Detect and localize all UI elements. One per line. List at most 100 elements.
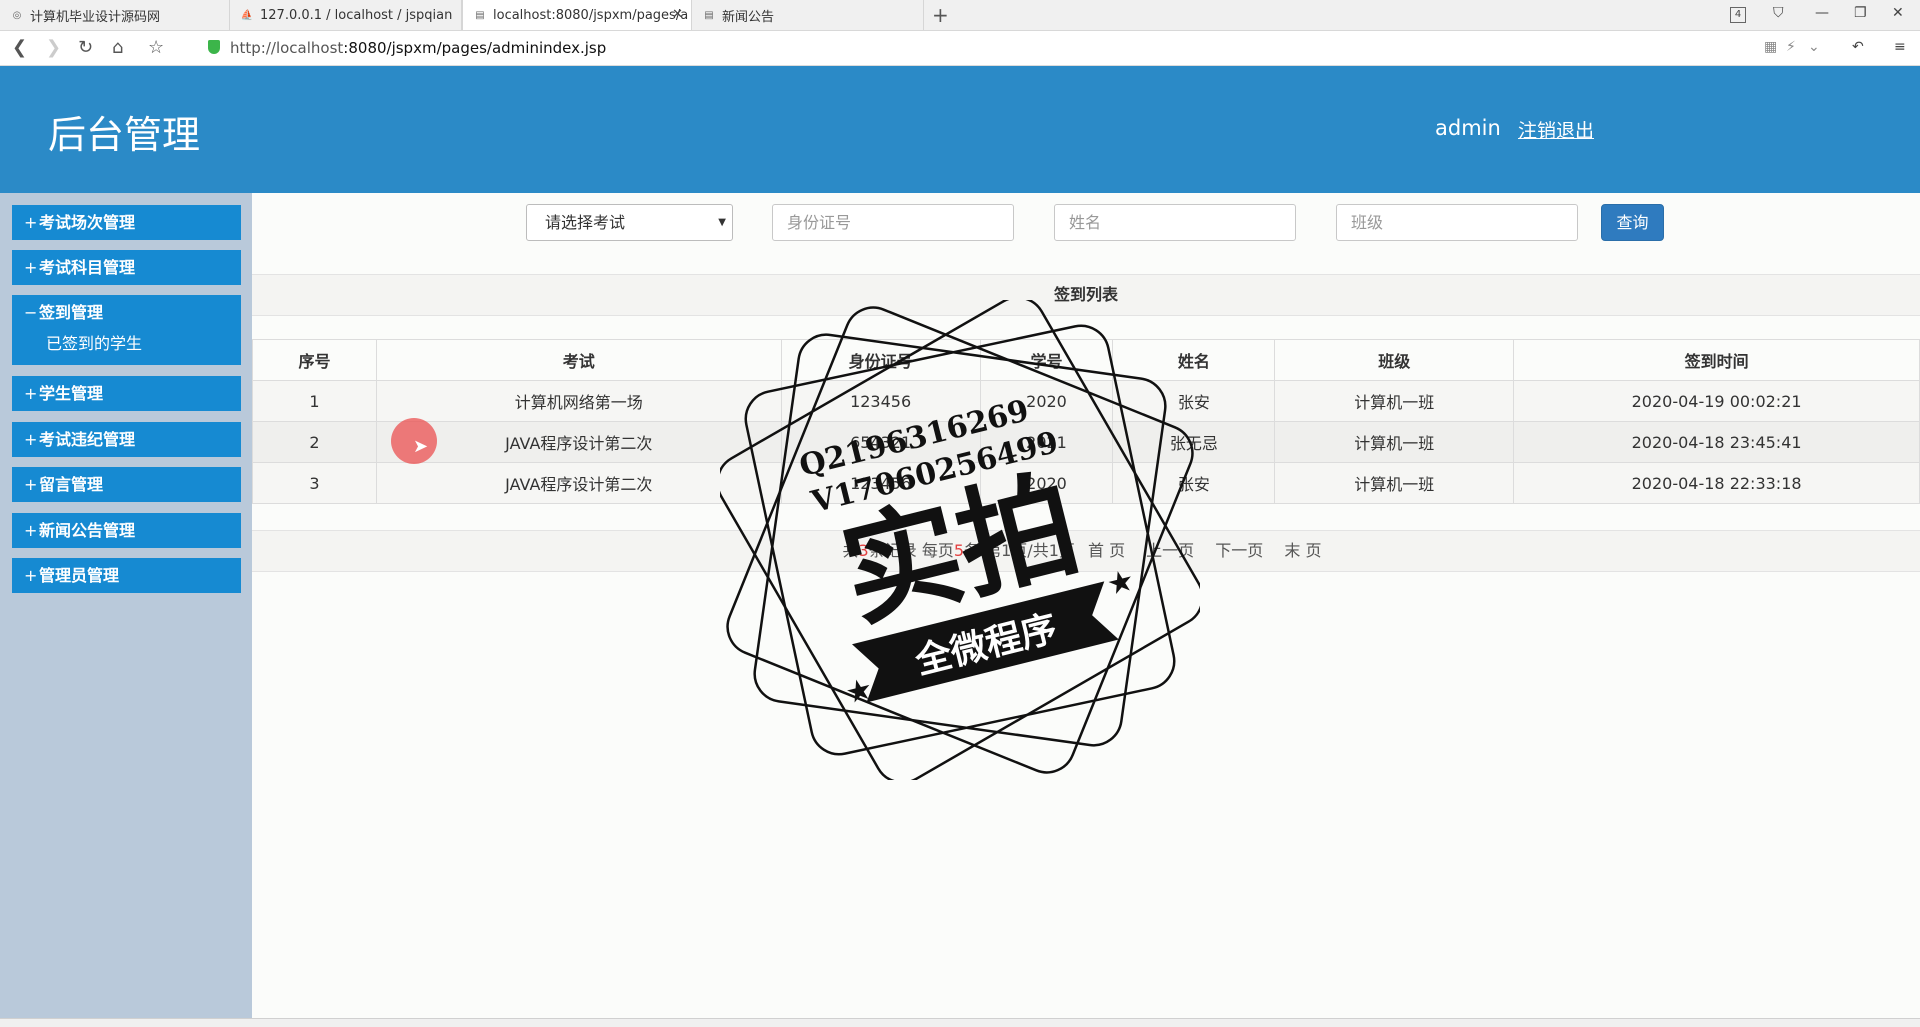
panel-title: 签到列表 bbox=[252, 274, 1920, 316]
table-header-row: 序号 考试 身份证号 学号 姓名 班级 签到时间 bbox=[252, 339, 1920, 381]
sidebar-item-label: 考试场次管理 bbox=[39, 213, 136, 232]
tab-title: 127.0.0.1 / localhost / jspqian bbox=[260, 7, 453, 23]
pager-total-prefix: 共 bbox=[842, 541, 859, 560]
pagination: 共3条记录 每页5条 第1页/共1页 首 页 上一页 下一页 末 页 bbox=[252, 530, 1920, 572]
reload-icon[interactable]: ↻ bbox=[78, 37, 93, 58]
close-tab-icon[interactable]: ✕ bbox=[672, 7, 683, 22]
home-icon[interactable]: ⌂ bbox=[112, 37, 123, 58]
sidebar-item-signin[interactable]: −签到管理 bbox=[12, 295, 241, 331]
lightning-icon[interactable]: ⚡ bbox=[1786, 39, 1796, 55]
column-header: 班级 bbox=[1274, 339, 1515, 381]
secure-shield-icon bbox=[208, 40, 220, 54]
expand-icon: + bbox=[24, 566, 38, 585]
class-input[interactable] bbox=[1336, 204, 1578, 241]
browser-tab-1[interactable]: ◎ 计算机毕业设计源码网 bbox=[0, 0, 230, 30]
app-header: 后台管理 admin 注销退出 bbox=[0, 66, 1920, 193]
table-cell: 2020-04-19 00:02:21 bbox=[1513, 380, 1920, 422]
signin-table: 序号 考试 身份证号 学号 姓名 班级 签到时间 1 计算机网络第一场 1234… bbox=[252, 339, 1920, 504]
forward-icon[interactable]: ❯ bbox=[46, 37, 61, 58]
table-cell: JAVA程序设计第二次 bbox=[375, 421, 782, 463]
browser-tab-2[interactable]: ⛵ 127.0.0.1 / localhost / jspqian bbox=[230, 0, 462, 30]
table-cell: 2020-04-18 23:45:41 bbox=[1513, 421, 1920, 463]
table-cell: 计算机网络第一场 bbox=[375, 380, 782, 422]
expand-icon: + bbox=[24, 475, 38, 494]
sidebar-item-exam-subject[interactable]: +考试科目管理 bbox=[12, 250, 241, 285]
table-cell: 计算机一班 bbox=[1274, 421, 1515, 463]
table-cell: 1 bbox=[252, 380, 377, 422]
expand-icon: + bbox=[24, 258, 38, 277]
table-cell: 张安 bbox=[1112, 380, 1276, 422]
globe-icon: ◎ bbox=[12, 9, 22, 21]
exam-select[interactable]: 请选择考试 ▼ bbox=[526, 204, 733, 241]
last-page-link[interactable]: 末 页 bbox=[1284, 541, 1321, 560]
undo-icon[interactable]: ↶ bbox=[1852, 39, 1864, 55]
main-content: 请选择考试 ▼ 查询 签到列表 序号 考试 身份证号 学号 姓名 班级 签到时间… bbox=[252, 193, 1920, 1018]
caret-down-icon: ▼ bbox=[718, 217, 726, 228]
sidebar-item-exam-session[interactable]: +考试场次管理 bbox=[12, 205, 241, 240]
phpmyadmin-icon: ⛵ bbox=[240, 9, 254, 21]
url-path: :8080/jspxm/pages/adminindex.jsp bbox=[343, 39, 607, 57]
column-header: 签到时间 bbox=[1513, 339, 1920, 381]
browser-tab-3[interactable]: ▤ localhost:8080/jspxm/pages/a ✕ bbox=[462, 0, 692, 30]
table-cell: 654321 bbox=[780, 421, 981, 463]
star-icon[interactable]: ☆ bbox=[148, 37, 164, 58]
table-row: 3 JAVA程序设计第二次 123456 2020 张安 计算机一班 2020-… bbox=[252, 462, 1920, 504]
page-icon: ▤ bbox=[704, 9, 714, 21]
table-cell: 计算机一班 bbox=[1274, 380, 1515, 422]
query-button[interactable]: 查询 bbox=[1601, 204, 1664, 241]
minimize-icon[interactable]: — bbox=[1815, 5, 1829, 21]
shirt-skin-icon[interactable]: ⛉ bbox=[1773, 5, 1784, 21]
tab-title: 计算机毕业设计源码网 bbox=[30, 9, 161, 25]
pager-per-prefix: 每页 bbox=[921, 541, 954, 560]
sidebar-item-students[interactable]: +学生管理 bbox=[12, 376, 241, 411]
url-host: http://localhost bbox=[230, 39, 344, 57]
logout-link[interactable]: 注销退出 bbox=[1518, 116, 1594, 143]
sidebar-subitem-signed-students[interactable]: 已签到的学生 bbox=[12, 331, 241, 357]
sidebar-group-signin: −签到管理 已签到的学生 bbox=[12, 295, 241, 365]
menu-icon[interactable]: ≡ bbox=[1894, 39, 1906, 55]
mouse-cursor-icon: ➤ bbox=[413, 436, 429, 457]
tab-title: localhost:8080/jspxm/pages/a bbox=[493, 7, 689, 23]
table-cell: 2020-04-18 22:33:18 bbox=[1513, 462, 1920, 504]
tab-title: 新闻公告 bbox=[722, 9, 775, 25]
table-row: 1 计算机网络第一场 123456 2020 张安 计算机一班 2020-04-… bbox=[252, 380, 1920, 422]
pager-total: 3 bbox=[858, 541, 869, 560]
expand-icon: + bbox=[24, 384, 38, 403]
browser-addressbar: ❮ ❯ ↻ ⌂ ☆ http://localhost:8080/jspxm/pa… bbox=[0, 31, 1920, 66]
sidebar-item-admins[interactable]: +管理员管理 bbox=[12, 558, 241, 593]
close-window-icon[interactable]: ✕ bbox=[1892, 5, 1904, 21]
site-title: 后台管理 bbox=[48, 113, 201, 157]
back-icon[interactable]: ❮ bbox=[12, 37, 27, 58]
name-input[interactable] bbox=[1054, 204, 1296, 241]
table-cell: 张无忌 bbox=[1112, 421, 1276, 463]
new-tab-icon[interactable]: + bbox=[932, 3, 949, 27]
sidebar-item-label: 考试违纪管理 bbox=[39, 430, 136, 449]
sidebar-item-news[interactable]: +新闻公告管理 bbox=[12, 513, 241, 548]
chevron-down-icon[interactable]: ⌄ bbox=[1808, 39, 1820, 55]
table-cell: 3 bbox=[252, 462, 377, 504]
url-field[interactable]: http://localhost:8080/jspxm/pages/admini… bbox=[230, 39, 606, 57]
table-cell: 123456 bbox=[780, 380, 981, 422]
column-header: 考试 bbox=[375, 339, 782, 381]
table-cell: 123456 bbox=[780, 462, 981, 504]
table-cell: 2020 bbox=[979, 380, 1114, 422]
sidebar-item-messages[interactable]: +留言管理 bbox=[12, 467, 241, 502]
restore-icon[interactable]: ❐ bbox=[1854, 5, 1867, 21]
qr-icon[interactable]: ▦ bbox=[1764, 39, 1777, 55]
id-number-input[interactable] bbox=[772, 204, 1014, 241]
prev-page-link[interactable]: 上一页 bbox=[1146, 541, 1194, 560]
sidebar-item-label: 留言管理 bbox=[39, 475, 104, 494]
first-page-link[interactable]: 首 页 bbox=[1088, 541, 1125, 560]
tab-count-badge[interactable]: 4 bbox=[1730, 7, 1746, 23]
table-cell: 2021 bbox=[979, 421, 1114, 463]
expand-icon: + bbox=[24, 521, 38, 540]
table-cell: 张安 bbox=[1112, 462, 1276, 504]
sidebar-item-label: 学生管理 bbox=[39, 384, 104, 403]
column-header: 姓名 bbox=[1112, 339, 1276, 381]
browser-tab-4[interactable]: ▤ 新闻公告 bbox=[692, 0, 924, 30]
sidebar-item-violations[interactable]: +考试违纪管理 bbox=[12, 422, 241, 457]
exam-select-value: 请选择考试 bbox=[545, 213, 626, 232]
pager-total-suffix: 条记录 bbox=[868, 541, 917, 560]
collapse-icon: − bbox=[24, 303, 38, 322]
next-page-link[interactable]: 下一页 bbox=[1215, 541, 1263, 560]
